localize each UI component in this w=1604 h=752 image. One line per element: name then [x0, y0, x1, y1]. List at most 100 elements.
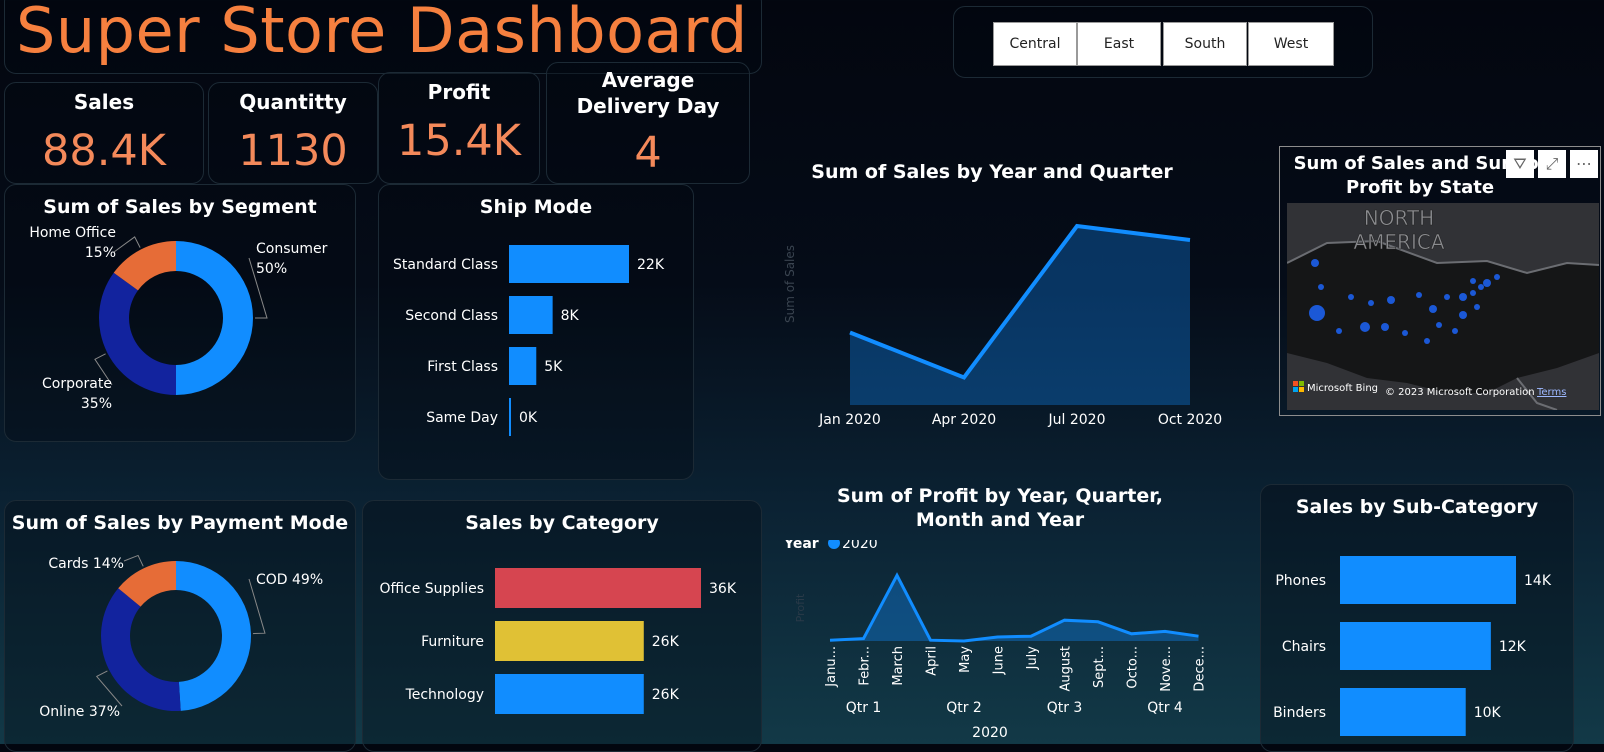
chart-title: Sum of Sales by Year and Quarter [811, 161, 1173, 183]
focus-mode-icon[interactable]: ⤢ [1538, 150, 1566, 178]
region-slicer-button-west[interactable]: West [1248, 22, 1334, 66]
payment-leader-line [123, 554, 144, 567]
segment-data-label: Consumer [256, 241, 328, 257]
payment-data-label: COD 49% [256, 572, 323, 588]
bar-data-label: 12K [1499, 639, 1527, 655]
x-tick-label: Dece... [1193, 646, 1208, 692]
x-tick-label: Jan 2020 [818, 412, 881, 428]
map-data-point [1424, 338, 1430, 344]
sales-quarter-area-chart: Jan 2020 Apr 2020 Jul 2020 Oct 2020 Sum of S… [783, 223, 1222, 428]
bar-category-label: Standard Class [393, 257, 498, 273]
map-data-point [1494, 274, 1500, 280]
bar [1340, 688, 1466, 736]
x-tick-label: August [1059, 646, 1074, 692]
area-fill [830, 575, 1199, 641]
kpi-card-profit: Profit 15.4K [378, 72, 540, 184]
region-slicer-button-east[interactable]: East [1077, 22, 1161, 66]
map-data-point [1318, 284, 1324, 290]
y-axis-title: Sum of Sales [783, 245, 797, 323]
kpi-value: 4 [634, 128, 662, 178]
segment-data-label: 50% [256, 261, 287, 277]
bing-label: Microsoft Bing [1307, 383, 1378, 394]
x-tick-label: Janu... [824, 646, 839, 688]
x-tick-label: April [925, 646, 940, 676]
bing-logo-icon [1299, 387, 1304, 392]
x-tick-label: Sept... [1092, 646, 1107, 688]
bar [509, 296, 553, 334]
bar [509, 347, 537, 385]
bar [495, 674, 644, 714]
map-data-point [1436, 322, 1442, 328]
map-data-point [1470, 290, 1476, 296]
bar-data-label: 26K [652, 634, 680, 650]
map-data-point [1416, 292, 1422, 298]
bar-data-label: 22K [637, 257, 665, 273]
chart-title: Sales by Sub-Category [1295, 496, 1539, 518]
segment-data-label: 35% [81, 396, 112, 412]
segment-leader-line [113, 236, 141, 253]
area-fill [850, 226, 1190, 405]
bar [495, 621, 644, 661]
more-options-icon[interactable]: ⋯ [1570, 150, 1598, 178]
year-axis-label: 2020 [972, 725, 1008, 741]
map-canvas: NORTHAMERICA Microsoft Bing © 2023 Microso… [1287, 206, 1599, 410]
bar-category-label: Technology [405, 687, 484, 703]
y-axis-title: Profit [794, 593, 807, 622]
x-tick-label: May [958, 646, 973, 673]
bing-logo-icon [1293, 387, 1298, 392]
bar-category-label: Chairs [1282, 639, 1326, 655]
map-data-point [1470, 278, 1476, 284]
page-title: Super Store Dashboard [16, 0, 748, 67]
map-copyright: © 2023 Microsoft Corporation [1385, 387, 1535, 398]
kpi-card-delivery: Average Delivery Day 4 [546, 62, 750, 184]
kpi-value: 88.4K [42, 126, 166, 176]
quarter-label: Qtr 4 [1147, 700, 1183, 716]
map-data-point [1459, 311, 1467, 319]
bar-data-label: 10K [1474, 705, 1502, 721]
map-data-point [1336, 328, 1342, 334]
map-data-point [1309, 305, 1325, 321]
x-tick-label: Oct 2020 [1158, 412, 1222, 428]
x-tick-label: Apr 2020 [932, 412, 996, 428]
map-data-point [1381, 323, 1389, 331]
region-slicer-button-central[interactable]: Central [993, 22, 1077, 66]
kpi-value: 1130 [238, 126, 348, 176]
map-data-point [1360, 322, 1370, 332]
x-tick-label: Jul 2020 [1048, 412, 1106, 428]
kpi-card-sales: Sales 88.4K [4, 82, 204, 184]
x-tick-label: Octo... [1126, 646, 1141, 689]
payment-donut-chart: COD 49% Online 37% Cards 14% [39, 554, 323, 720]
segment-slice [176, 241, 253, 395]
map-data-point [1474, 304, 1480, 310]
bar-category-label: Same Day [426, 410, 498, 426]
legend-marker [828, 540, 840, 549]
quarter-label: Qtr 1 [846, 700, 882, 716]
segment-donut-chart: Consumer 50% Corporate 35% Home Office 15% [29, 225, 328, 412]
chart-title: Sales by Category [465, 512, 659, 534]
map-data-point [1483, 279, 1491, 287]
profit-month-area-chart: Year 2020 Profit Janu... Febr... March April Ma… [783, 540, 1208, 741]
bar-data-label: 8K [561, 308, 580, 324]
map-data-point [1452, 328, 1458, 334]
quarter-label: Qtr 3 [1047, 700, 1083, 716]
shipmode-bar-chart: Standard Class 22K Second Class 8K First Cla… [393, 245, 665, 436]
chart-title: Sum of Sales by Segment [43, 196, 317, 218]
x-tick-label: Febr... [858, 646, 873, 686]
us-map[interactable]: NORTH AMERICA Microsoft Bing © 2023 Microso… [1287, 203, 1599, 410]
bar-category-label: Second Class [405, 308, 498, 324]
map-data-point [1444, 294, 1450, 300]
bing-logo-icon [1293, 381, 1298, 386]
bar [1340, 556, 1516, 604]
map-region-label: NORTH [1364, 206, 1434, 230]
subcategory-bar-chart: Phones 14K Chairs 12K Binders 10K [1273, 556, 1552, 736]
kpi-label: Sales [73, 90, 135, 114]
payment-slice [176, 561, 251, 711]
quarter-label: Qtr 2 [946, 700, 982, 716]
bar-category-label: First Class [427, 359, 498, 375]
region-slicer-button-south[interactable]: South [1163, 22, 1247, 66]
map-data-point [1311, 259, 1319, 267]
payment-slice [100, 588, 181, 711]
payment-data-label: Cards 14% [48, 556, 124, 572]
filter-icon[interactable]: ⛛ [1506, 150, 1534, 178]
bar [495, 568, 701, 608]
